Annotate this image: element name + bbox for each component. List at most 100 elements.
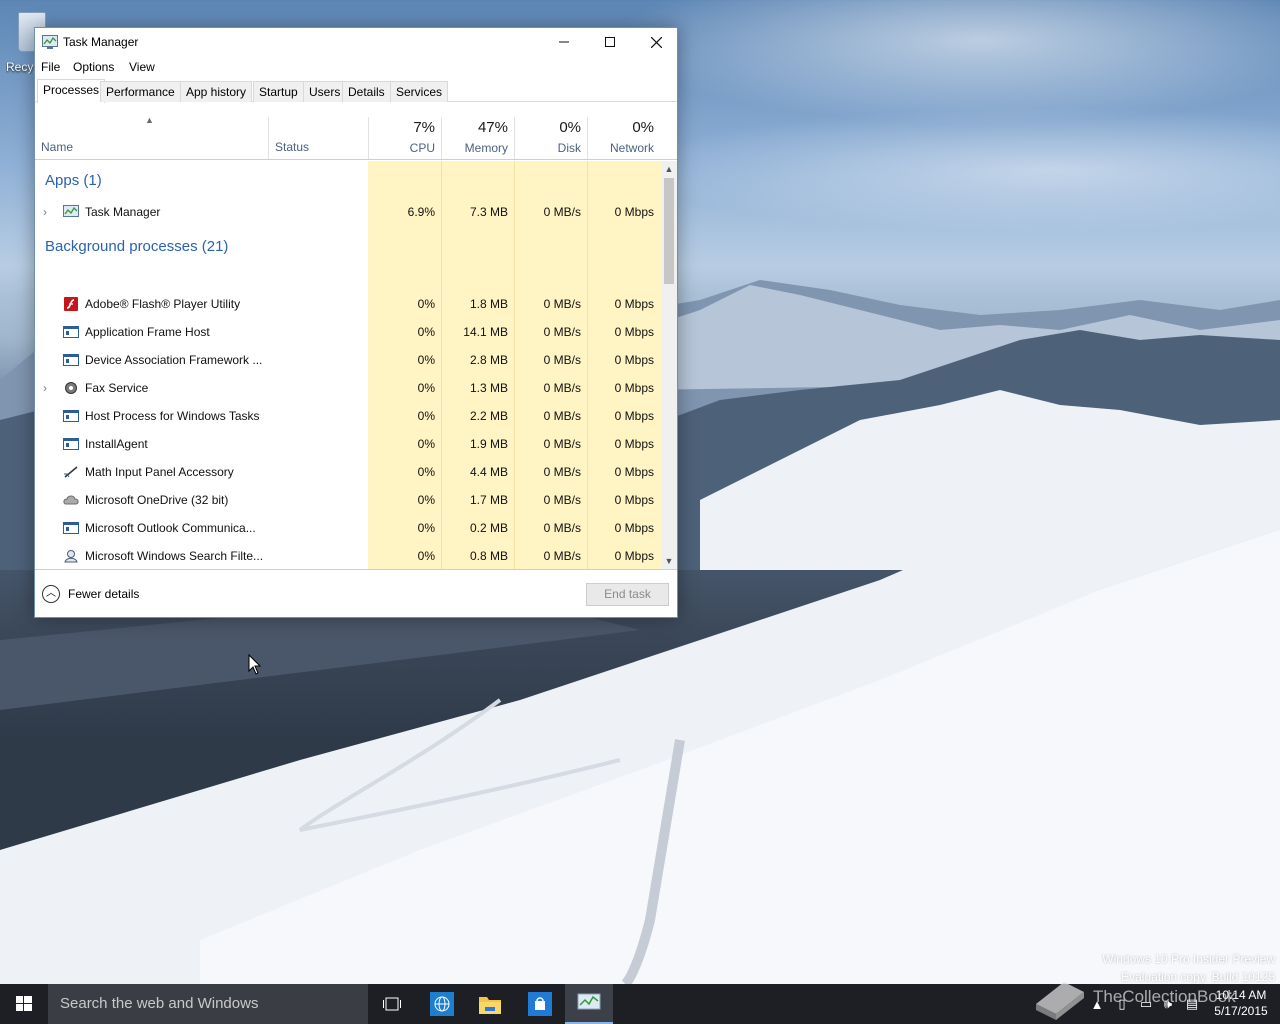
network-value: 0 Mbps: [614, 325, 654, 339]
process-name: Fax Service: [85, 381, 149, 395]
cpu-value: 0%: [417, 465, 435, 479]
vertical-scrollbar[interactable]: ▲ ▼: [661, 161, 677, 569]
column-header-status[interactable]: Status: [275, 140, 309, 154]
cpu-value: 0%: [417, 325, 435, 339]
menu-options[interactable]: Options: [73, 60, 114, 74]
network-value: 0 Mbps: [614, 549, 654, 563]
cpu-value: 0%: [417, 297, 435, 311]
process-name: Microsoft Windows Search Filte...: [85, 549, 264, 563]
network-value: 0 Mbps: [614, 437, 654, 451]
scrollbar-thumb[interactable]: [664, 178, 674, 284]
mouse-pointer-icon: [248, 654, 262, 675]
app-row[interactable]: › Task Manager 6.9% 7.3 MB 0 MB/s 0 Mbps: [35, 198, 661, 226]
scroll-up-icon[interactable]: ▲: [661, 161, 677, 177]
menu-view[interactable]: View: [129, 60, 155, 74]
window-icon: [63, 521, 79, 535]
tab-services[interactable]: Services: [390, 81, 449, 102]
file-explorer-button[interactable]: [466, 984, 514, 1024]
process-name: Device Association Framework ...: [85, 353, 263, 367]
disk-value: 0 MB/s: [543, 521, 581, 535]
tab-processes[interactable]: Processes: [37, 79, 106, 103]
folder-icon: [479, 997, 501, 1014]
task-manager-taskbar-button[interactable]: [565, 984, 613, 1024]
windows-logo-icon: [16, 996, 32, 1011]
sort-ascending-icon: ▲: [145, 115, 154, 125]
tab-details[interactable]: Details: [342, 81, 391, 102]
chevron-right-icon[interactable]: ›: [43, 381, 47, 395]
task-view-icon: [383, 997, 401, 1011]
search-box[interactable]: Search the web and Windows: [48, 984, 368, 1024]
menu-file[interactable]: File: [41, 60, 60, 74]
memory-value: 0.2 MB: [469, 521, 508, 535]
title-bar[interactable]: Task Manager: [35, 28, 677, 56]
tab-performance[interactable]: Performance: [100, 81, 181, 102]
process-row[interactable]: Device Association Framework ... 0% 2.8 MB…: [35, 346, 661, 374]
watermark-line-1: Windows 10 Pro Insider Preview: [1102, 952, 1275, 966]
process-row[interactable]: Host Process for Windows Tasks 0% 2.2 MB 0 …: [35, 402, 661, 430]
scroll-down-icon[interactable]: ▼: [661, 553, 677, 569]
memory-total-percent: 47%: [477, 119, 508, 136]
book-logo-icon: [1036, 982, 1084, 1020]
process-row[interactable]: Adobe® Flash® Player Utility 0% 1.8 MB 0 MB…: [35, 290, 661, 318]
column-header-row: ▲ Name Status 7% CPU 47% Memory 0% Disk …: [35, 103, 677, 160]
memory-value: 2.8 MB: [469, 353, 508, 367]
cpu-value: 6.9%: [407, 205, 435, 219]
process-name: Host Process for Windows Tasks: [85, 409, 260, 423]
minimize-button[interactable]: [541, 28, 587, 56]
process-name: Microsoft Outlook Communica...: [85, 521, 256, 535]
search-person-icon: [63, 549, 79, 563]
evaluation-watermark: Windows 10 Pro Insider Preview Evaluatio…: [1102, 950, 1275, 986]
tab-strip: Processes Performance App history Startu…: [35, 78, 677, 103]
chevron-up-icon[interactable]: ︿: [42, 585, 60, 603]
store-bag-icon: [528, 992, 552, 1016]
close-button[interactable]: [633, 28, 679, 56]
column-header-memory[interactable]: Memory: [442, 141, 508, 155]
process-row[interactable]: › Fax Service 0% 1.3 MB 0 MB/s 0 Mbps: [35, 374, 661, 402]
group-header-background: Background processes (21): [45, 238, 229, 255]
process-row[interactable]: Microsoft Outlook Communica... 0% 0.2 MB 0 …: [35, 514, 661, 542]
memory-value: 1.7 MB: [469, 493, 508, 507]
column-header-name[interactable]: Name: [41, 140, 73, 154]
memory-value: 1.8 MB: [469, 297, 508, 311]
start-button[interactable]: [0, 984, 48, 1024]
process-row[interactable]: Microsoft OneDrive (32 bit) 0% 1.7 MB 0 MB/…: [35, 486, 661, 514]
process-row[interactable]: Application Frame Host 0% 14.1 MB 0 MB/s 0 M…: [35, 318, 661, 346]
network-value: 0 Mbps: [614, 521, 654, 535]
process-name: InstallAgent: [85, 437, 148, 451]
task-view-button[interactable]: [368, 984, 416, 1024]
process-row[interactable]: Math Input Panel Accessory 0% 4.4 MB 0 MB/s…: [35, 458, 661, 486]
cpu-value: 0%: [417, 409, 435, 423]
group-header-apps: Apps (1): [45, 172, 102, 189]
fewer-details-link[interactable]: Fewer details: [68, 587, 139, 601]
process-row[interactable]: InstallAgent 0% 1.9 MB 0 MB/s 0 Mbps: [35, 430, 661, 458]
disk-value: 0 MB/s: [543, 297, 581, 311]
cpu-value: 0%: [417, 437, 435, 451]
memory-value: 1.3 MB: [469, 381, 508, 395]
cloud-icon: [63, 493, 79, 507]
network-value: 0 Mbps: [614, 465, 654, 479]
internet-explorer-button[interactable]: [418, 984, 466, 1024]
gear-icon: [63, 381, 79, 395]
pen-icon: [63, 465, 79, 479]
maximize-button[interactable]: [587, 28, 633, 56]
end-task-button[interactable]: End task: [586, 583, 669, 606]
disk-value: 0 MB/s: [543, 325, 581, 339]
maximize-icon: [605, 37, 615, 47]
minimize-icon: [559, 41, 569, 43]
network-value: 0 Mbps: [614, 493, 654, 507]
network-value: 0 Mbps: [614, 205, 654, 219]
disk-total-percent: 0%: [559, 119, 581, 136]
process-row[interactable]: Microsoft Windows Search Filte... 0% 0.8 M…: [35, 542, 661, 569]
column-header-network[interactable]: Network: [588, 141, 654, 155]
flash-icon: [63, 297, 79, 311]
tab-users[interactable]: Users: [303, 81, 347, 102]
cpu-value: 0%: [417, 521, 435, 535]
column-header-disk[interactable]: Disk: [515, 141, 581, 155]
tab-startup[interactable]: Startup: [253, 81, 304, 102]
memory-value: 4.4 MB: [469, 465, 508, 479]
chevron-right-icon[interactable]: ›: [43, 205, 47, 219]
column-header-cpu[interactable]: CPU: [369, 141, 435, 155]
store-button[interactable]: [516, 984, 564, 1024]
tab-app-history[interactable]: App history: [180, 81, 253, 102]
disk-value: 0 MB/s: [543, 205, 581, 219]
